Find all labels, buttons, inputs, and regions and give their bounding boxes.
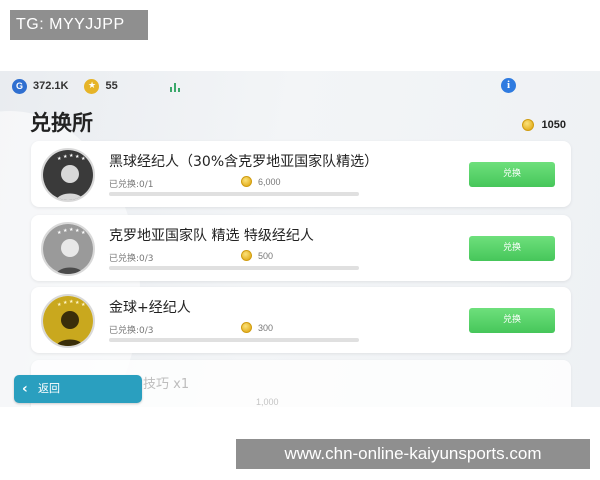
svg-text:★: ★ bbox=[75, 300, 80, 306]
redeemed-count: 已兑换:0/3 bbox=[109, 254, 154, 264]
svg-text:★: ★ bbox=[69, 227, 74, 233]
offer-card-gold: ★ ★ ★ ★ ★ 金球+经纪人 已兑换:0/3 300 兑换 bbox=[31, 287, 571, 353]
token-balance: 1050 bbox=[521, 119, 566, 131]
redeem-button[interactable]: 兑换 bbox=[469, 308, 555, 333]
offer-cost-value: 500 bbox=[258, 250, 274, 261]
g-coin-balance: 372.1K bbox=[33, 80, 69, 92]
svg-text:★: ★ bbox=[81, 302, 86, 308]
redeem-progress-bar bbox=[109, 192, 359, 196]
svg-text:★: ★ bbox=[57, 156, 62, 162]
redeem-button[interactable]: 兑换 bbox=[469, 162, 555, 187]
svg-text:★: ★ bbox=[69, 299, 74, 305]
token-icon bbox=[241, 176, 252, 187]
offer-cost-value: 6,000 bbox=[258, 176, 281, 187]
offer-card-black: ★ ★ ★ ★ ★ 黑球经纪人（30%含克罗地亚国家队精选） 已兑换:0/1 6,000… bbox=[31, 141, 571, 207]
offer-cost-value: 300 bbox=[258, 322, 274, 333]
redeem-progress-bar bbox=[109, 266, 359, 270]
star-coin-balance: 55 bbox=[105, 80, 118, 92]
agent-avatar-black: ★ ★ ★ ★ ★ bbox=[41, 148, 95, 202]
tg-watermark-label: TG: MYYJJPP bbox=[10, 10, 148, 40]
partial-offer-cost: 1,000 bbox=[256, 397, 279, 407]
agent-avatar-gold: ★ ★ ★ ★ ★ bbox=[41, 294, 95, 348]
offer-cost: 6,000 bbox=[241, 176, 281, 187]
svg-text:★: ★ bbox=[63, 228, 68, 234]
currency-bar: G 372.1K ★ 55 bbox=[12, 77, 118, 95]
offer-cost: 300 bbox=[241, 322, 273, 333]
token-icon bbox=[521, 119, 534, 131]
signal-icon bbox=[170, 80, 180, 92]
redeem-button[interactable]: 兑换 bbox=[469, 236, 555, 261]
g-coin-icon: G bbox=[12, 78, 27, 94]
exchange-screen: G 372.1K ★ 55 i 兑换所 1050 ★ ★ ★ ★ ★ 黑球经纪人（30%… bbox=[0, 71, 600, 407]
url-watermark-banner: www.chn-online-kaiyunsports.com bbox=[236, 439, 590, 469]
offer-cost: 500 bbox=[241, 250, 273, 261]
token-icon bbox=[241, 322, 252, 333]
redeemed-count: 已兑换:0/3 bbox=[109, 326, 154, 336]
back-button[interactable]: ‹ 返回 bbox=[14, 375, 142, 403]
agent-avatar-silver: ★ ★ ★ ★ ★ bbox=[41, 222, 95, 276]
svg-text:★: ★ bbox=[63, 154, 68, 160]
page-title: 兑换所 bbox=[30, 111, 93, 135]
svg-text:★: ★ bbox=[57, 302, 62, 308]
offer-title: 金球+经纪人 bbox=[109, 300, 191, 316]
svg-text:★: ★ bbox=[57, 230, 62, 236]
offer-title: 黑球经纪人（30%含克罗地亚国家队精选） bbox=[109, 154, 379, 170]
offer-title: 克罗地亚国家队 精选 特级经纪人 bbox=[109, 228, 314, 244]
svg-text:★: ★ bbox=[81, 156, 86, 162]
info-icon[interactable]: i bbox=[501, 78, 516, 93]
svg-text:★: ★ bbox=[81, 230, 86, 236]
svg-text:★: ★ bbox=[69, 153, 74, 159]
chevron-left-icon: ‹ bbox=[22, 381, 28, 397]
offer-card-silver: ★ ★ ★ ★ ★ 克罗地亚国家队 精选 特级经纪人 已兑换:0/3 500 兑换 bbox=[31, 215, 571, 281]
token-icon bbox=[241, 250, 252, 261]
svg-text:★: ★ bbox=[75, 154, 80, 160]
back-button-label: 返回 bbox=[38, 382, 60, 395]
redeemed-count: 已兑换:0/1 bbox=[109, 180, 154, 190]
redeem-progress-bar bbox=[109, 338, 359, 342]
svg-text:★: ★ bbox=[75, 228, 80, 234]
star-coin-icon: ★ bbox=[84, 78, 100, 94]
svg-text:★: ★ bbox=[63, 300, 68, 306]
token-balance-value: 1050 bbox=[541, 119, 566, 131]
